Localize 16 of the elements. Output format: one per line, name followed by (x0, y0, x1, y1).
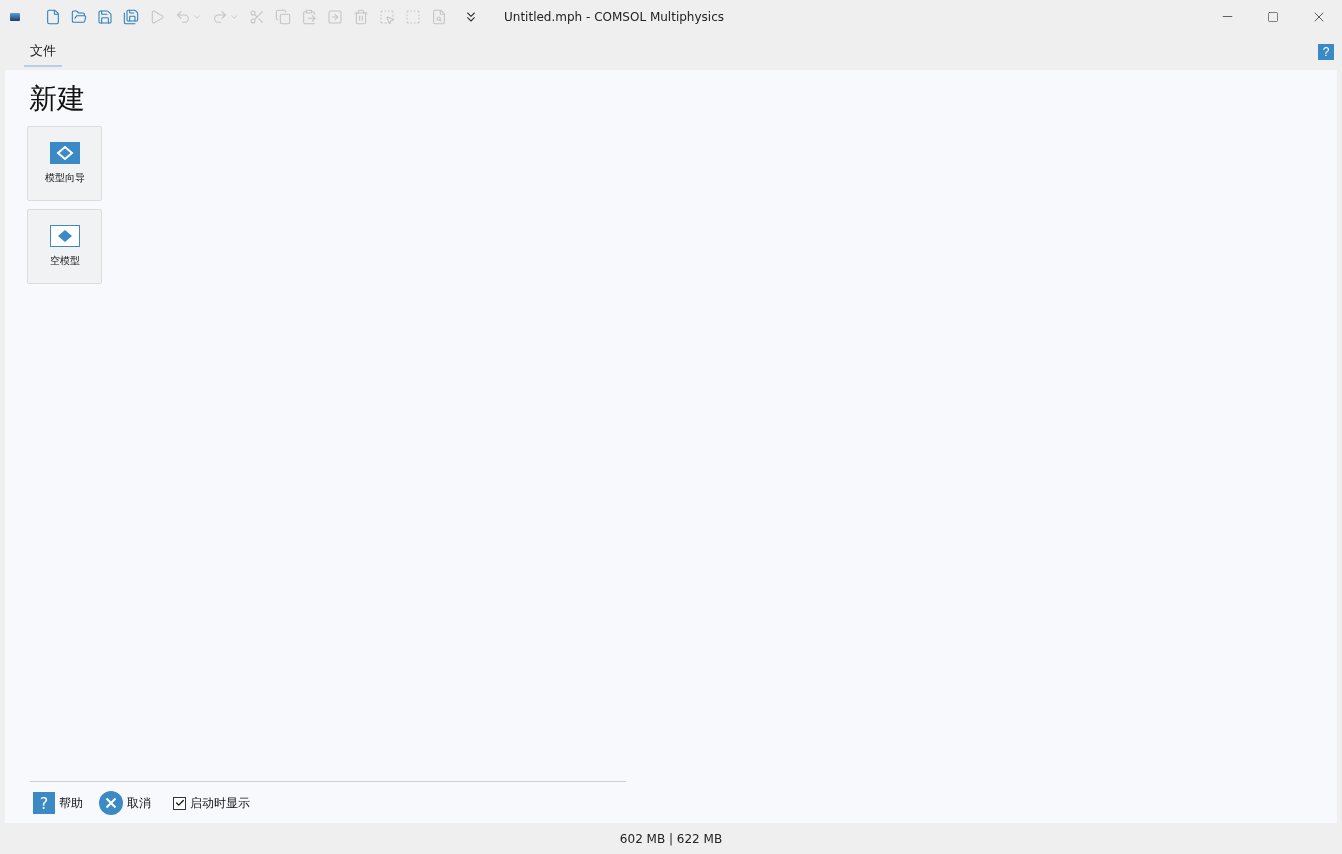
help-footer-button[interactable]: ? 帮助 (33, 792, 83, 814)
new-model-tile[interactable]: 空模型 (27, 209, 102, 284)
app-icon (10, 12, 20, 21)
model-wizard-icon (49, 142, 80, 164)
memory-status: 602 MB | 622 MB (618, 830, 724, 848)
window-title: Untitled.mph - COMSOL Multiphysics (504, 9, 725, 24)
cancel-icon (99, 791, 123, 815)
maximize-icon[interactable] (1267, 10, 1279, 23)
new-model-tile[interactable]: 模型向导 (27, 126, 102, 201)
checkbox[interactable] (173, 796, 186, 810)
show-on-startup-checkbox[interactable]: 启动时显示 (173, 794, 250, 812)
cancel-button[interactable]: 取消 (99, 791, 151, 815)
menu-tab[interactable]: 文件 (24, 36, 62, 67)
blank-model-icon (49, 225, 80, 247)
help-button[interactable]: ? (1318, 43, 1334, 60)
page-heading: 新建 (29, 81, 86, 117)
